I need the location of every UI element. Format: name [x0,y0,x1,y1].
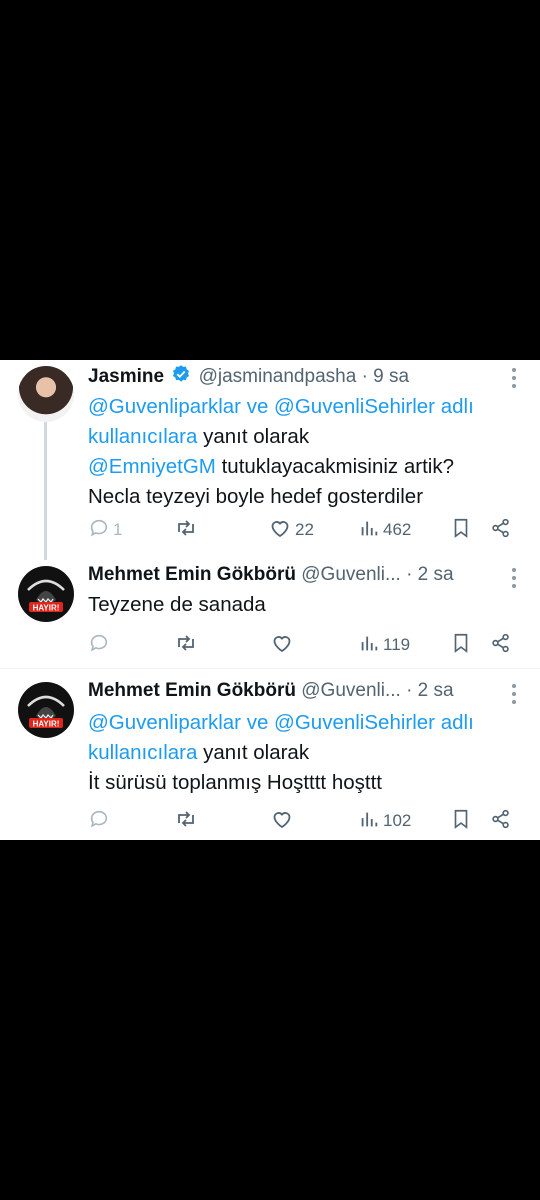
author-name[interactable]: Mehmet Emin Gökbörü [88,564,296,585]
like-button[interactable]: 22 [268,516,314,544]
tweet-panel: Jasmine @jasminandpasha · 9 sa @Guvenlip… [0,360,540,840]
mention-link[interactable]: @EmniyetGM [88,455,216,478]
reply-ve: ve [246,395,269,418]
bookmark-icon [450,517,472,544]
bookmark-icon [450,632,472,659]
mention-link[interactable]: @GuvenliSehirler [274,711,435,734]
tweet-time[interactable]: · 2 sa [406,680,454,701]
bookmark-button[interactable] [450,807,472,835]
tweet-mehmet-2[interactable]: HAYIR! Mehmet Emin Gökbörü @Guvenli... ·… [0,676,540,840]
share-button[interactable] [490,516,512,544]
tweet-body: İt sürüsü toplanmış Hoştttt hoşttt [88,768,520,798]
tweet-time[interactable]: · 2 sa [406,564,454,585]
tweet-time[interactable]: · 9 sa [362,366,410,387]
views-icon [358,632,380,659]
more-options-icon[interactable] [512,568,518,592]
share-icon [490,808,512,835]
tweet-body: Teyzene de sanada [88,590,520,620]
avatar[interactable] [18,366,74,422]
tweet-text: Teyzene de sanada [88,593,266,616]
views-button[interactable]: 462 [358,516,411,544]
author-handle[interactable]: @jasminandpasha [199,366,357,387]
tweet-mehmet-1[interactable]: HAYIR! Mehmet Emin Gökbörü @Guvenli... ·… [0,560,540,668]
author-handle[interactable]: @Guvenli... [301,680,401,701]
reply-adli: adlı [440,395,474,418]
verified-badge-icon [171,364,191,390]
reply-icon [88,517,110,544]
divider [0,668,540,669]
retweet-icon [174,516,198,545]
views-count: 119 [383,635,411,654]
tweet-body: @EmniyetGM tutuklayacakmisiniz artik? Ne… [88,452,520,512]
mention-link[interactable]: @Guvenliparklar [88,711,241,734]
share-icon [490,517,512,544]
tweet-jasmine[interactable]: Jasmine @jasminandpasha · 9 sa @Guvenlip… [0,360,540,560]
bookmark-button[interactable] [450,516,472,544]
views-button[interactable]: 102 [358,807,411,835]
like-button[interactable] [270,807,294,835]
tweet-text: tutuklayacakmisiniz artik? [221,455,455,478]
tweet-text: Necla teyzeyi boyle hedef gosterdiler [88,485,424,508]
reply-icon [88,632,110,659]
heart-icon [270,807,294,836]
thread-line [44,422,47,560]
share-button[interactable] [490,631,512,659]
avatar-badge-text: HAYIR! [33,720,60,729]
heart-icon [268,516,292,545]
retweet-button[interactable] [174,807,198,835]
heart-icon [270,631,294,660]
avatar[interactable]: HAYIR! [18,682,74,738]
mention-link[interactable]: @Guvenliparklar [88,395,241,418]
retweet-button[interactable] [174,631,198,659]
author-name[interactable]: Mehmet Emin Gökbörü [88,680,296,701]
like-button[interactable] [270,631,294,659]
more-options-icon[interactable] [512,684,518,708]
mention-link[interactable]: @GuvenliSehirler [274,395,435,418]
reply-context: @Guvenliparklar ve @GuvenliSehirler adlı… [88,708,520,768]
retweet-icon [174,631,198,660]
avatar[interactable]: HAYIR! [18,566,74,622]
avatar-badge-text: HAYIR! [33,604,60,613]
share-button[interactable] [490,807,512,835]
bookmark-button[interactable] [450,631,472,659]
reply-count: 1 [113,520,123,539]
reply-suffix: yanıt olarak [203,741,310,764]
views-icon [358,808,380,835]
views-count: 462 [383,520,412,539]
reply-context: @Guvenliparklar ve @GuvenliSehirler adlı… [88,392,520,452]
reply-adli: adlı [440,711,474,734]
views-button[interactable]: 119 [358,631,410,659]
tweet-text: İt sürüsü toplanmış Hoştttt hoşttt [88,771,382,794]
share-icon [490,632,512,659]
views-count: 102 [383,811,412,830]
tweet-header: Mehmet Emin Gökbörü @Guvenli... · 2 sa [88,680,500,710]
reply-kullanicilara[interactable]: kullanıcılara [88,425,197,448]
bookmark-icon [450,808,472,835]
reply-kullanicilara[interactable]: kullanıcılara [88,741,197,764]
reply-ve: ve [246,711,269,734]
views-icon [358,517,380,544]
tweet-actions: 119 [88,631,520,659]
author-name[interactable]: Jasmine [88,366,164,387]
retweet-button[interactable] [174,516,198,544]
reply-icon [88,808,110,835]
like-count: 22 [295,520,314,539]
retweet-icon [174,807,198,836]
reply-suffix: yanıt olarak [203,425,310,448]
reply-button[interactable] [88,631,110,659]
reply-button[interactable] [88,807,110,835]
tweet-actions: 102 [88,807,520,835]
reply-button[interactable]: 1 [88,516,122,544]
tweet-header: Jasmine @jasminandpasha · 9 sa [88,364,500,394]
tweet-actions: 1 22 462 [88,516,520,544]
more-options-icon[interactable] [512,368,518,392]
author-handle[interactable]: @Guvenli... [301,564,401,585]
